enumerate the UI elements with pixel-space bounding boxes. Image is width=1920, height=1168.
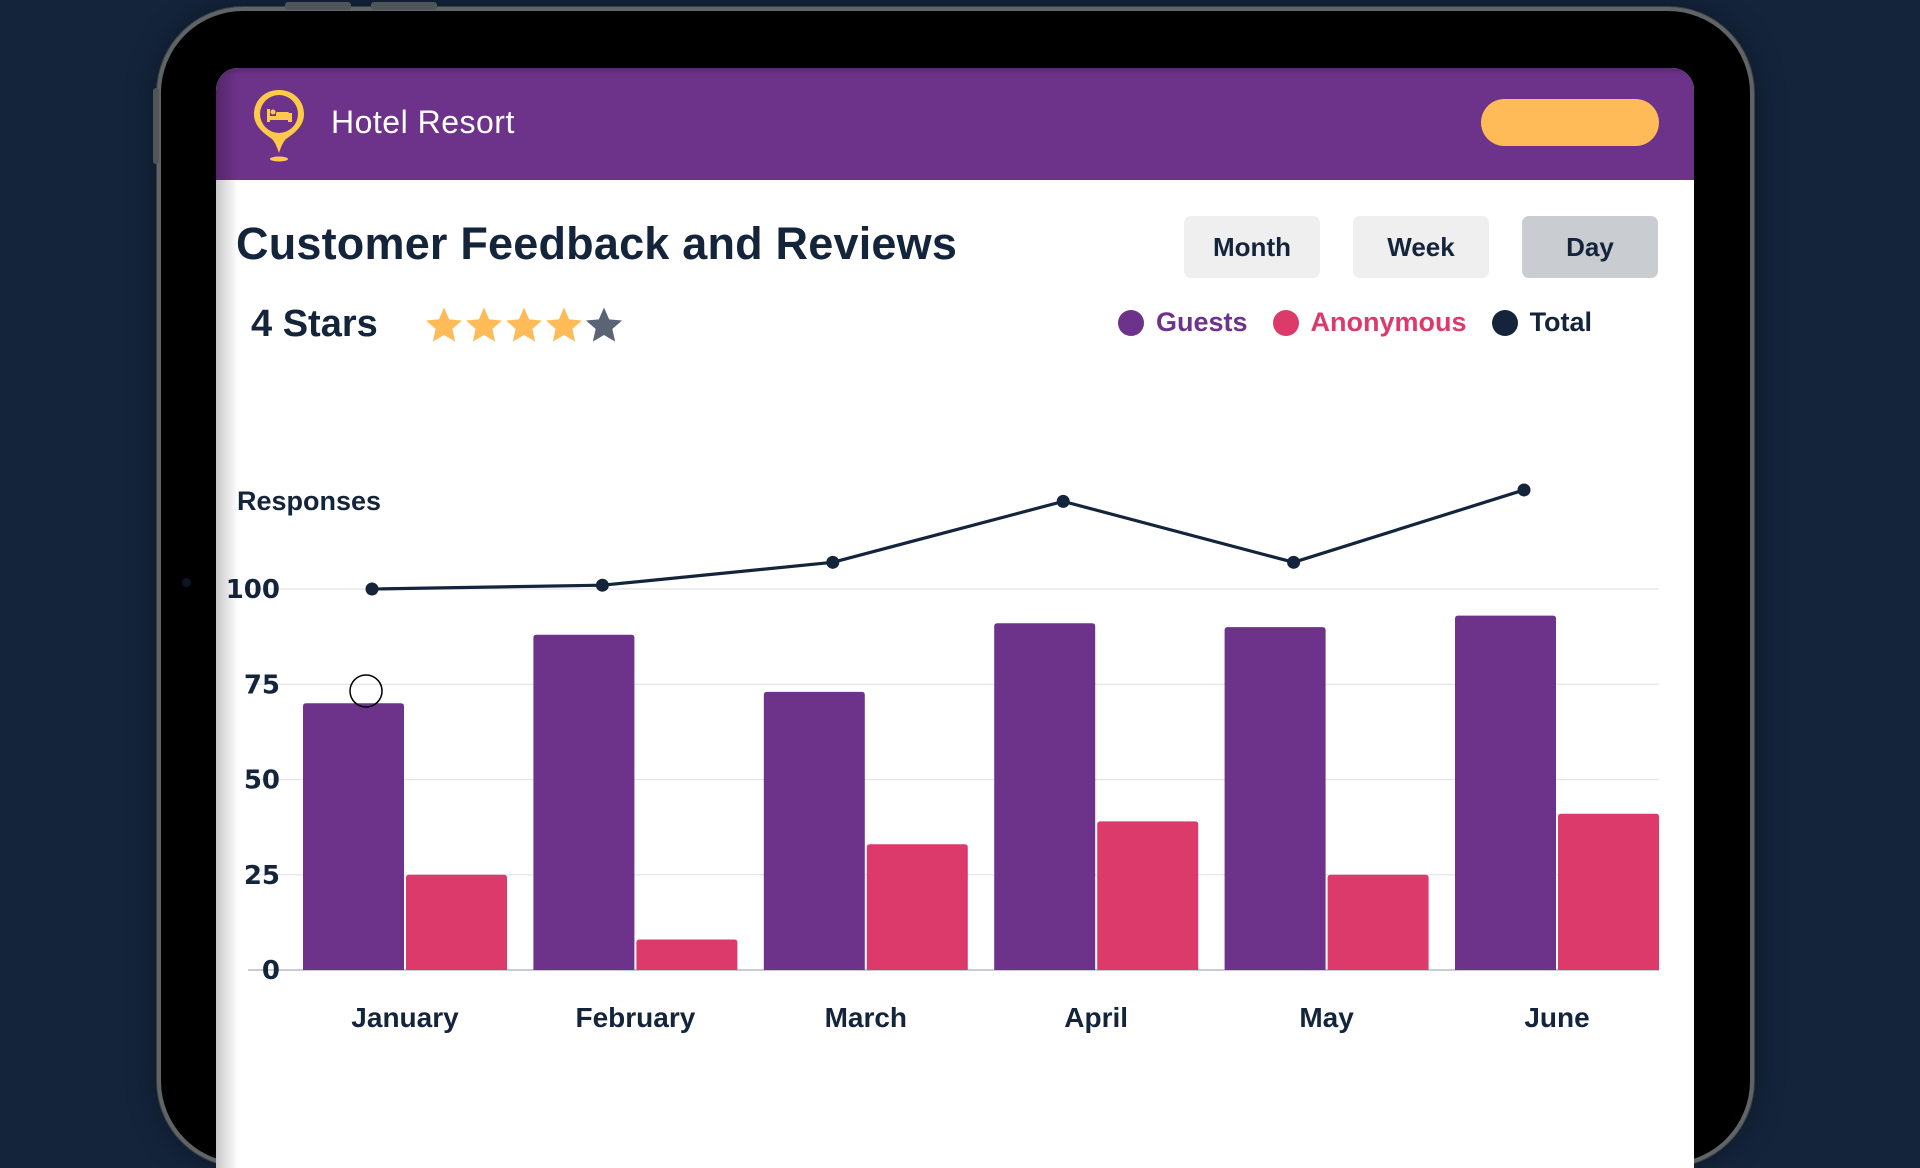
- app-screen: Hotel Resort Customer Feedback and Revie…: [216, 68, 1694, 1168]
- volume-down-button: [371, 2, 437, 10]
- total-point[interactable]: [595, 578, 609, 592]
- y-tick-label: 50: [244, 766, 280, 796]
- bar-anonymous[interactable]: [1327, 874, 1429, 970]
- volume-up-button: [285, 2, 351, 10]
- x-tick-label: February: [575, 1002, 695, 1033]
- y-tick-label: 0: [262, 956, 280, 986]
- x-tick-label: June: [1524, 1002, 1589, 1033]
- bar-guests[interactable]: [1224, 627, 1326, 970]
- total-line: [371, 488, 1525, 591]
- bar-anonymous[interactable]: [636, 939, 738, 970]
- x-tick-label: January: [351, 1002, 459, 1033]
- total-point[interactable]: [1517, 483, 1531, 497]
- bar-anonymous[interactable]: [1097, 821, 1199, 970]
- side-button: [153, 88, 159, 164]
- x-tick-label: March: [825, 1002, 907, 1033]
- total-point[interactable]: [826, 555, 840, 569]
- bar-anonymous[interactable]: [1558, 813, 1659, 970]
- cursor-indicator-icon: [349, 674, 383, 708]
- responses-chart: 0 25 50 75 100 January February March April May Ju…: [226, 483, 1659, 1033]
- bar-guests[interactable]: [763, 691, 865, 970]
- total-point[interactable]: [365, 582, 379, 596]
- total-point[interactable]: [1287, 555, 1301, 569]
- bar-guests[interactable]: [533, 634, 635, 970]
- bar-guests[interactable]: [303, 703, 404, 970]
- y-tick-label: 75: [244, 670, 280, 700]
- x-tick-label: April: [1064, 1002, 1128, 1033]
- bar-anonymous[interactable]: [866, 844, 968, 970]
- bar-anonymous[interactable]: [406, 874, 507, 970]
- total-point[interactable]: [1056, 494, 1070, 508]
- bar-guests[interactable]: [994, 623, 1096, 970]
- x-tick-label: May: [1299, 1002, 1354, 1033]
- y-tick-label: 25: [244, 861, 280, 891]
- y-tick-label: 100: [226, 575, 280, 605]
- bar-guests[interactable]: [1455, 615, 1556, 970]
- camera-icon: [182, 578, 191, 587]
